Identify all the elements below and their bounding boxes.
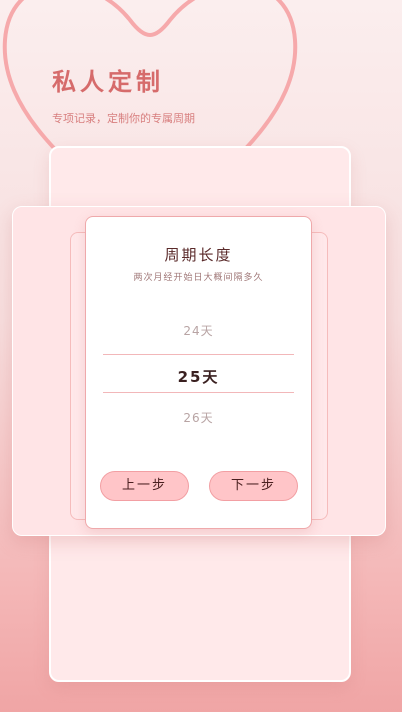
page-title: 私人定制	[52, 68, 164, 96]
previous-step-button[interactable]: 上一步	[100, 471, 189, 501]
dialog-subtitle: 两次月经开始日大概间隔多久	[133, 273, 264, 283]
cycle-length-dialog: 周期长度 两次月经开始日大概间隔多久 24天 25天 26天 上一步 下一步	[85, 216, 312, 529]
picker-option-selected[interactable]: 25天	[86, 366, 311, 387]
picker-divider-top	[103, 354, 294, 355]
picker-divider-bottom	[103, 392, 294, 393]
dialog-title: 周期长度	[164, 246, 233, 264]
next-step-button[interactable]: 下一步	[209, 471, 298, 501]
picker-option-next[interactable]: 26天	[86, 409, 311, 426]
picker-option-prev[interactable]: 24天	[86, 322, 311, 339]
page-subtitle: 专项记录，定制你的专属周期	[52, 112, 195, 125]
